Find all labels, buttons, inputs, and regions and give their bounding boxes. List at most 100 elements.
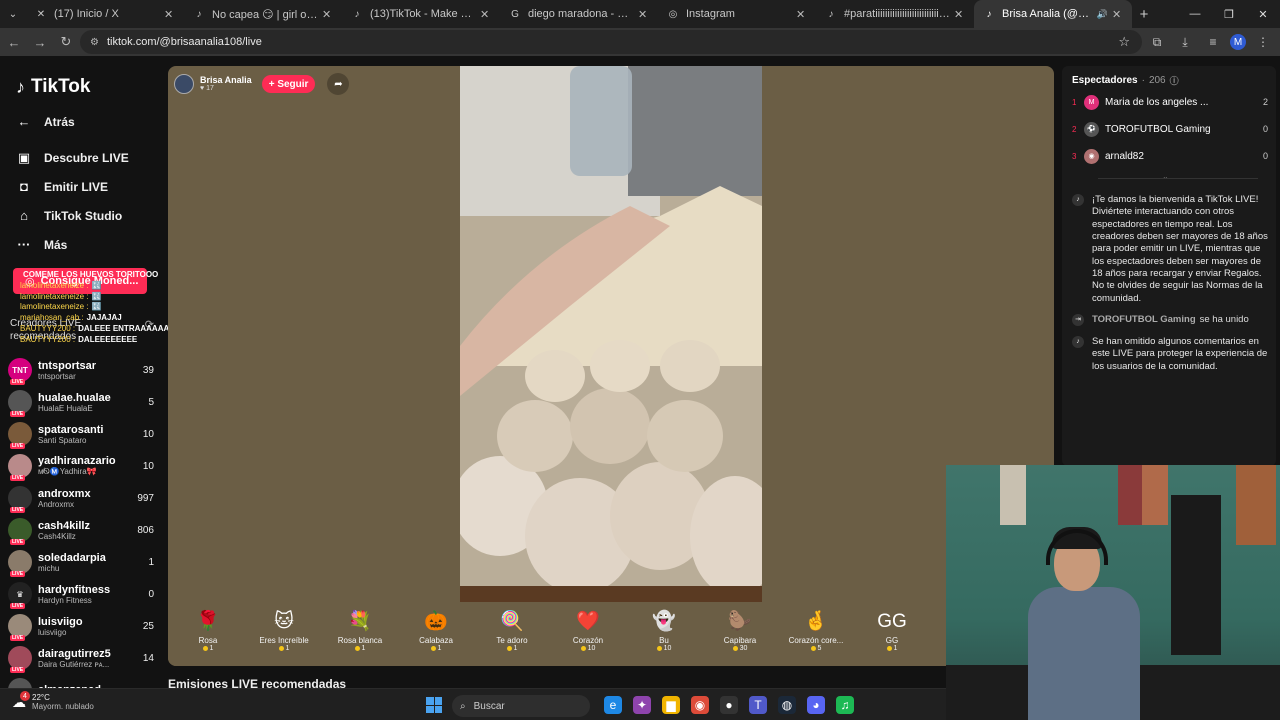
top-viewer-row[interactable]: 2 ⚽ TOROFUTBOL Gaming 0 bbox=[1072, 119, 1268, 139]
top-viewer-row[interactable]: 3 ◉ arnald82 0 bbox=[1072, 146, 1268, 166]
copilot-icon[interactable]: ✦ bbox=[633, 696, 651, 714]
chrome-icon[interactable]: ◉ bbox=[691, 696, 709, 714]
recommended-creator[interactable]: LIVE soledadarpia michu 1 bbox=[8, 546, 154, 578]
maximize-icon[interactable]: ❐ bbox=[1212, 0, 1246, 28]
new-tab-button[interactable]: + bbox=[1132, 6, 1156, 23]
extensions-icon[interactable]: ⧉ bbox=[1146, 31, 1168, 53]
follow-button[interactable]: + Seguir bbox=[261, 75, 316, 93]
close-tab-icon[interactable]: ✕ bbox=[1112, 8, 1124, 21]
creator-nickname: Santi Spataro bbox=[38, 435, 87, 445]
viewer-name: Maria de los angeles ... bbox=[1105, 96, 1209, 108]
gift-item[interactable]: 🌹 Rosa 1 bbox=[170, 602, 246, 666]
share-icon[interactable]: ➦ bbox=[327, 73, 350, 95]
back-link[interactable]: ← Atrás bbox=[16, 114, 75, 129]
recommended-creator[interactable]: ♛ LIVE hardynfitness Hardyn Fitness 0 bbox=[8, 578, 154, 610]
gift-name: Rosa bbox=[198, 636, 218, 645]
recommended-creator[interactable]: LIVE hualae.hualae HualaE HualaE 5 bbox=[8, 386, 154, 418]
taskbar-search[interactable]: ⌕ Buscar bbox=[452, 695, 590, 717]
viewer-name: arnald82 bbox=[1105, 150, 1144, 162]
gift-item[interactable]: GG GG 1 bbox=[854, 602, 930, 666]
profile-avatar[interactable]: M bbox=[1230, 34, 1246, 50]
sidebar-item[interactable]: ··· Más bbox=[16, 237, 68, 252]
close-tab-icon[interactable]: ✕ bbox=[638, 8, 650, 21]
gift-item[interactable]: 🤞 Corazón core... 5 bbox=[778, 602, 854, 666]
gift-price-value: 1 bbox=[437, 645, 442, 652]
recommended-creator[interactable]: LIVE dairagutirrez5 Daira Gutiérrez ᴘᴀ... 1… bbox=[8, 642, 154, 674]
spotify-icon[interactable]: ♫ bbox=[836, 696, 854, 714]
host-avatar[interactable] bbox=[174, 74, 194, 94]
close-tab-icon[interactable]: ✕ bbox=[796, 8, 808, 21]
coin-icon bbox=[278, 646, 284, 651]
media-controls-icon[interactable]: ≡ bbox=[1202, 31, 1224, 53]
back-icon[interactable]: ← bbox=[2, 30, 26, 54]
gift-item[interactable]: 🐱 Eres Increíble 1 bbox=[246, 602, 322, 666]
sidebar-item[interactable]: ◘ Emitir LIVE bbox=[16, 179, 108, 194]
reload-icon[interactable]: ↻ bbox=[54, 30, 78, 54]
gift-item[interactable]: 🍭 Te adoro 1 bbox=[474, 602, 550, 666]
host-name[interactable]: Brisa Analia bbox=[200, 75, 252, 86]
close-tab-icon[interactable]: ✕ bbox=[480, 8, 492, 21]
file-explorer-icon[interactable]: ▆ bbox=[662, 696, 680, 714]
close-tab-icon[interactable]: ✕ bbox=[954, 8, 966, 21]
gift-item[interactable]: 🦫 Capibara 30 bbox=[702, 602, 778, 666]
close-tab-icon[interactable]: ✕ bbox=[322, 8, 334, 21]
chevron-down-icon[interactable]: ⌄ bbox=[1162, 172, 1169, 181]
gift-item[interactable]: ❤️ Corazón 10 bbox=[550, 602, 626, 666]
tab-search-icon[interactable]: ⌄ bbox=[0, 0, 26, 28]
browser-tab[interactable]: ♪ (13)TikTok - Make Your Day ✕ bbox=[342, 0, 500, 28]
discord-icon[interactable]: ◕ bbox=[807, 696, 825, 714]
url-bar[interactable]: ⚙ tiktok.com/@brisaanalia108/live ☆ bbox=[80, 30, 1142, 54]
teams-icon[interactable]: T bbox=[749, 696, 767, 714]
wall-poster bbox=[1118, 465, 1144, 525]
tiktok-logo[interactable]: ♪ TikTok bbox=[16, 76, 90, 98]
browser-tab[interactable]: ♪ #paratiiiiiiiiiiiiiiiiiiiiiiiiii #queso… bbox=[816, 0, 974, 28]
windows-start-icon[interactable] bbox=[426, 697, 442, 713]
join-username[interactable]: TOROFUTBOL Gaming bbox=[1092, 314, 1196, 325]
overlay-message: DALEEE ENTRAAAAAA bbox=[78, 323, 170, 333]
browser-tab[interactable]: Gdiego maradona - Buscar con Google ✕ bbox=[500, 0, 658, 28]
live-video[interactable] bbox=[460, 66, 762, 602]
gift-item[interactable]: 🎃 Calabaza 1 bbox=[398, 602, 474, 666]
recommended-creator[interactable]: LIVE cash4killz Cash4Killz 806 bbox=[8, 514, 154, 546]
browser-tab[interactable]: ♪ Brisa Analia (@brisaanalia108) 🔊 ✕ bbox=[974, 0, 1132, 28]
browser-tab[interactable]: ◎ Instagram ✕ bbox=[658, 0, 816, 28]
close-window-icon[interactable]: ✕ bbox=[1246, 0, 1280, 28]
edge-icon[interactable]: e bbox=[604, 696, 622, 714]
site-info-icon[interactable]: ⚙ bbox=[90, 37, 99, 48]
speaker-icon[interactable]: 🔊 bbox=[1097, 9, 1108, 20]
gift-item[interactable]: 💐 Rosa blanca 1 bbox=[322, 602, 398, 666]
coin-icon bbox=[430, 646, 436, 651]
browser-menu-icon[interactable]: ⋮ bbox=[1252, 31, 1274, 53]
minimize-icon[interactable]: — bbox=[1178, 0, 1212, 28]
sidebar-item[interactable]: ⌂ TikTok Studio bbox=[16, 208, 122, 223]
steam-icon[interactable]: ◍ bbox=[778, 696, 796, 714]
streamer-hoodie bbox=[1028, 587, 1140, 720]
close-tab-icon[interactable]: ✕ bbox=[164, 8, 176, 21]
downloads-icon[interactable]: ⤓ bbox=[1174, 31, 1196, 53]
gift-price-value: 30 bbox=[739, 645, 748, 652]
live-badge: LIVE bbox=[10, 507, 26, 513]
recommended-creator[interactable]: LIVE luisviigo luisviigo 25 bbox=[8, 610, 154, 642]
recommended-creator[interactable]: TNT LIVE tntsportsar tntsportsar 39 bbox=[8, 354, 154, 386]
recommended-creator[interactable]: LIVEelmanzanad... bbox=[8, 674, 154, 688]
obs-icon[interactable]: ● bbox=[720, 696, 738, 714]
info-icon[interactable]: ⓘ bbox=[1170, 74, 1179, 87]
search-placeholder: Buscar bbox=[473, 700, 505, 712]
viewer-score: 0 bbox=[1262, 124, 1268, 134]
viewers-header[interactable]: Espectadores · 206 ⓘ bbox=[1072, 74, 1179, 87]
browser-tab[interactable]: ✕ (17) Inicio / X ✕ bbox=[26, 0, 184, 28]
forward-icon[interactable]: → bbox=[28, 30, 52, 54]
recommended-creator[interactable]: LIVE androxmx Androxmx 997 bbox=[8, 482, 154, 514]
bookmark-star-icon[interactable]: ☆ bbox=[1118, 34, 1130, 50]
gift-price: 1 bbox=[886, 645, 897, 652]
top-viewer-row[interactable]: 1 M Maria de los angeles ... 2 bbox=[1072, 92, 1268, 112]
sidebar-item-label: Emitir LIVE bbox=[44, 179, 109, 194]
recommended-creator[interactable]: LIVE yadhiranazario м̸ᏫⓂ️Yadhira🎀 10 bbox=[8, 450, 154, 482]
omitted-message: ♪ Se han omitido algunos comentarios en … bbox=[1072, 336, 1268, 373]
recommended-creator[interactable]: LIVE spatarosanti Santi Spataro 10 bbox=[8, 418, 154, 450]
tab-title: Brisa Analia (@brisaanalia108) bbox=[1002, 8, 1093, 20]
browser-tab[interactable]: ♪ No capea 😏 | girl of nox | TikTok ✕ bbox=[184, 0, 342, 28]
viewer-score: 0 bbox=[1262, 151, 1268, 161]
sidebar-item[interactable]: ▣ Descubre LIVE bbox=[16, 150, 129, 166]
gift-item[interactable]: 👻 Bu 10 bbox=[626, 602, 702, 666]
